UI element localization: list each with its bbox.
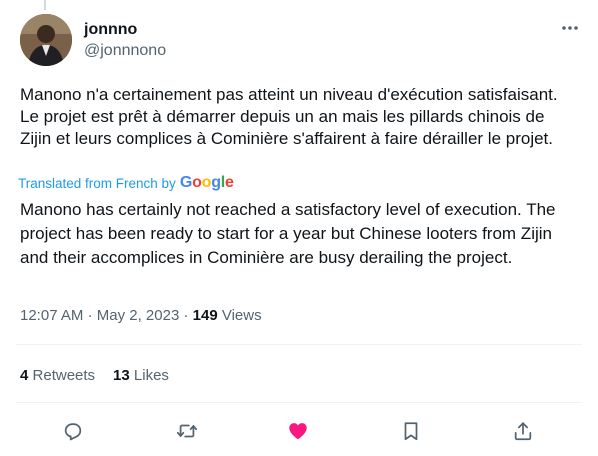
retweets-stat[interactable]: 4 Retweets (20, 367, 95, 384)
retweets-label: Retweets (32, 367, 96, 384)
tweet-actions (0, 416, 598, 446)
views-count: 149 (192, 307, 218, 324)
bookmark-icon (404, 422, 418, 441)
bookmark-button[interactable] (396, 416, 426, 446)
avatar-photo (20, 14, 72, 66)
google-logo: Google (179, 174, 234, 191)
author-display-name[interactable]: jonnno (84, 20, 166, 40)
divider (16, 344, 582, 345)
reply-button[interactable] (58, 416, 88, 446)
tweet-date[interactable]: May 2, 2023 (97, 307, 180, 324)
tweet-stats: 4 Retweets 13 Likes (20, 366, 187, 386)
likes-stat[interactable]: 13 Likes (113, 367, 169, 384)
meta-separator: · (183, 307, 189, 324)
tweet-time[interactable]: 12:07 AM (20, 307, 83, 324)
meta-separator: · (87, 307, 93, 324)
translated-from-label: Translated from French by (18, 175, 176, 191)
avatar[interactable] (20, 14, 72, 66)
tweet-text: Manono n'a certainement pas atteint un n… (20, 85, 558, 148)
more-options-button[interactable] (558, 18, 582, 38)
likes-label: Likes (133, 367, 169, 384)
reply-icon (64, 423, 82, 441)
more-icon (562, 26, 578, 30)
thread-connector-line (44, 0, 46, 10)
heart-icon (289, 423, 307, 440)
divider (16, 402, 582, 403)
author-names: jonnno @jonnnono (84, 20, 166, 62)
share-button[interactable] (508, 416, 538, 446)
tweet-header: jonnno @jonnnono (20, 14, 582, 70)
tweet-meta: 12:07 AM · May 2, 2023 · 149 Views (20, 306, 262, 326)
retweets-count: 4 (20, 367, 29, 384)
retweet-icon (176, 424, 198, 438)
views-label: Views (221, 307, 262, 324)
share-icon (514, 422, 532, 441)
translated-text: Manono has certainly not reached a satis… (20, 200, 556, 267)
like-button[interactable] (283, 416, 313, 446)
likes-count: 13 (113, 367, 130, 384)
author-handle[interactable]: @jonnnono (84, 40, 166, 62)
translation-attribution[interactable]: Translated from French by Google (18, 174, 234, 192)
retweet-button[interactable] (172, 416, 202, 446)
